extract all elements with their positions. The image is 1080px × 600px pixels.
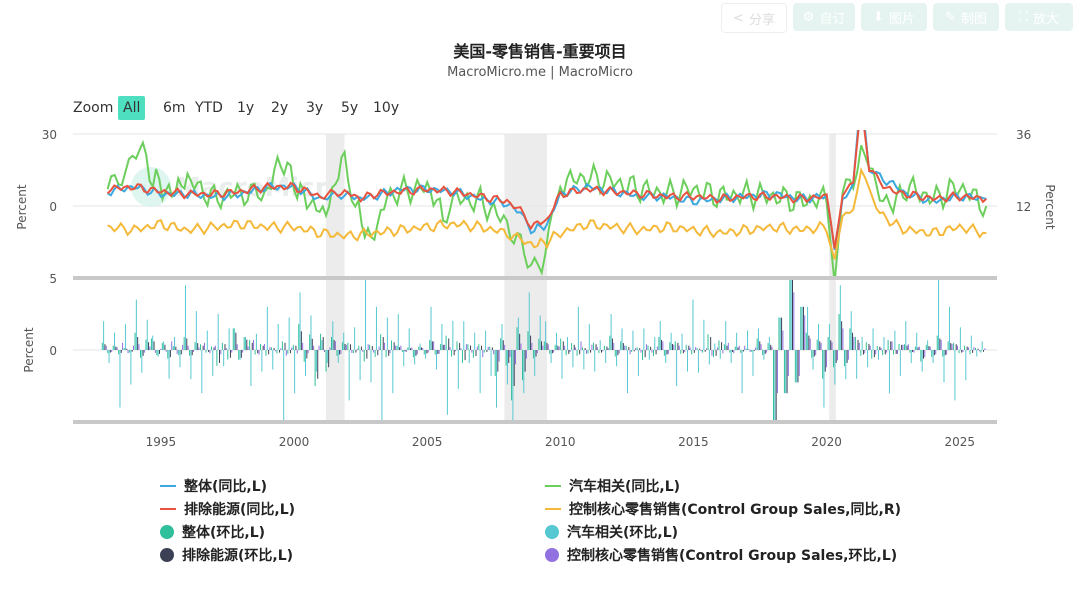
legend-marker-icon [545,508,561,510]
customize-button[interactable]: ⚙ 自订 [793,3,855,31]
legend-item[interactable]: 排除能源(环比,L) [160,545,293,565]
pencil-icon: ✎ [945,9,956,25]
legend-label: 整体(环比,L) [182,525,266,541]
zoom-button-ytd[interactable]: YTD [190,96,228,120]
zoom-button-all[interactable]: All [118,96,146,120]
zoom-button-3y[interactable]: 3y [301,96,328,120]
zoom-button-6m[interactable]: 6m [158,96,191,120]
image-download-button[interactable]: ⬇ 图片 [861,3,927,31]
share-icon: < [733,10,744,26]
legend-item[interactable]: 汽车相关(同比,L) [545,476,680,496]
legend-marker-icon [545,525,559,539]
legend-item[interactable]: 整体(环比,L) [160,522,265,542]
y-tick-label: 0 [49,200,57,214]
x-axis-line [73,420,997,424]
chart-subtitle: MacroMicro.me | MacroMicro [447,65,633,80]
legend-marker-icon [160,525,174,539]
x-tick-label: 2015 [678,435,709,449]
x-tick-label: 2010 [545,435,576,449]
panel-divider [73,276,997,280]
y-axis-label: Percent [15,184,29,229]
x-tick-label: 1995 [146,435,177,449]
legend-label: 控制核心零售销售(Control Group Sales,环比,L) [567,548,898,564]
y-right-tick-label: 36 [1016,128,1031,142]
legend-label: 汽车相关(环比,L) [567,525,679,541]
zoom-label: Zoom [73,100,114,116]
legend-item[interactable]: 控制核心零售销售(Control Group Sales,同比,R) [545,499,901,519]
legend-label: 控制核心零售销售(Control Group Sales,同比,R) [569,502,901,518]
expand-icon: ⛶ [1018,9,1029,25]
y-tick-label: 5 [49,272,57,286]
legend-marker-icon [160,508,176,510]
legend-label: 汽车相关(同比,L) [569,479,681,495]
legend-label: 排除能源(环比,L) [182,548,294,564]
download-icon: ⬇ [873,9,884,25]
x-tick-label: 2000 [279,435,310,449]
x-tick-label: 2020 [811,435,842,449]
legend-marker-icon [545,548,559,562]
enlarge-button[interactable]: ⛶ 放大 [1005,3,1073,31]
gear-icon: ⚙ [802,9,815,25]
y-right-axis-label: Percent [1043,184,1057,229]
y-tick-label: 30 [42,128,57,142]
y-axis-label: Percent [22,327,36,372]
zoom-button-2y[interactable]: 2y [266,96,293,120]
legend-marker-icon [160,548,174,562]
legend-label: 排除能源(同比,L) [184,502,296,518]
x-tick-label: 2005 [412,435,443,449]
zoom-button-1y[interactable]: 1y [232,96,259,120]
legend-item[interactable]: 整体(同比,L) [160,476,267,496]
legend-item[interactable]: 控制核心零售销售(Control Group Sales,环比,L) [545,545,897,565]
y-right-tick-label: 12 [1016,200,1031,214]
draw-button[interactable]: ✎ 制图 [933,3,999,31]
zoom-button-5y[interactable]: 5y [336,96,363,120]
share-button[interactable]: < 分享 [721,3,787,33]
legend-marker-icon [545,485,561,487]
chart-title: 美国-零售销售-重要项目 [453,42,627,61]
zoom-button-10y[interactable]: 10y [368,96,404,120]
legend-item[interactable]: 汽车相关(环比,L) [545,522,678,542]
legend-item[interactable]: 排除能源(同比,L) [160,499,295,519]
x-tick-label: 2025 [944,435,975,449]
legend-label: 整体(同比,L) [184,479,268,495]
y-tick-label: 0 [49,344,57,358]
legend-marker-icon [160,485,176,487]
